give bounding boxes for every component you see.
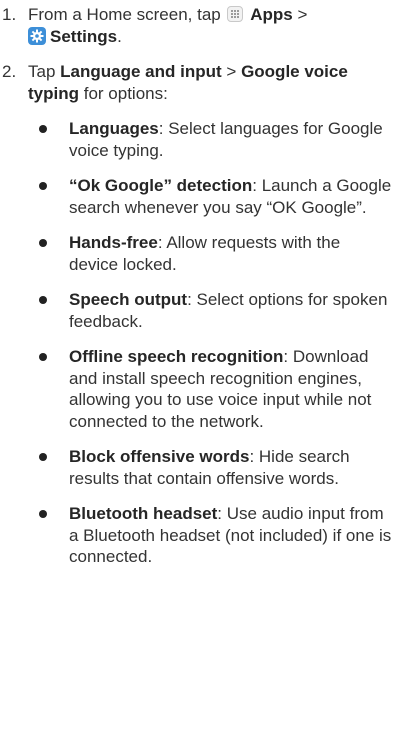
step-2-prefix: Tap xyxy=(28,62,56,81)
option-title: Bluetooth headset xyxy=(69,504,218,523)
instructions: 1. From a Home screen, tap Apps > Settin… xyxy=(0,4,402,568)
list-item: Bluetooth headset: Use audio input from … xyxy=(28,503,394,568)
bullet-icon xyxy=(39,182,47,190)
step-1-suffix: . xyxy=(117,26,122,46)
apps-grid-icon xyxy=(227,6,244,22)
list-item: Offline speech recognition: Download and… xyxy=(28,346,394,432)
bullet-icon xyxy=(39,239,47,247)
bullet-icon xyxy=(39,453,47,461)
list-item: Hands-free: Allow requests with the devi… xyxy=(28,232,394,275)
settings-label: Settings xyxy=(50,26,118,46)
language-input-label: Language and input xyxy=(60,62,222,81)
separator: > xyxy=(297,5,308,24)
list-item: Languages: Select languages for Google v… xyxy=(28,118,394,161)
settings-gear-icon xyxy=(28,26,46,45)
option-title: Hands-free xyxy=(69,233,158,252)
options-list: Languages: Select languages for Google v… xyxy=(28,118,394,568)
step-1: 1. From a Home screen, tap Apps > Settin… xyxy=(0,4,394,47)
step-number: 2. xyxy=(2,62,17,81)
option-title: Block offensive words xyxy=(69,447,250,466)
step-number: 1. xyxy=(2,5,17,24)
list-item: Block offensive words: Hide search resul… xyxy=(28,446,394,489)
option-title: “Ok Google” detection xyxy=(69,176,253,195)
separator: > xyxy=(226,62,237,81)
list-item: Speech output: Select options for spoken… xyxy=(28,289,394,332)
step-2: 2. Tap Language and input > Google voice… xyxy=(0,61,394,568)
apps-label: Apps xyxy=(250,5,293,24)
bullet-icon xyxy=(39,510,47,518)
step-2-suffix: for options: xyxy=(83,83,168,103)
list-item: “Ok Google” detection: Launch a Google s… xyxy=(28,175,394,218)
bullet-icon xyxy=(39,296,47,304)
bullet-icon xyxy=(39,353,47,361)
option-title: Speech output xyxy=(69,290,188,309)
option-title: Languages xyxy=(69,119,159,138)
bullet-icon xyxy=(39,125,47,133)
option-title: Offline speech recognition xyxy=(69,347,284,366)
step-1-prefix: From a Home screen, tap xyxy=(28,5,221,24)
